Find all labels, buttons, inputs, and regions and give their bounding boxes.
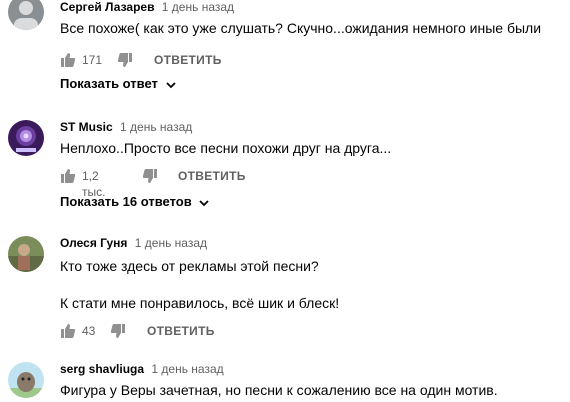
author-name[interactable]: serg shavliuga (60, 362, 144, 376)
comment-header: serg shavliuga 1 день назад (60, 362, 224, 376)
dislike-icon[interactable] (110, 323, 126, 339)
comment-text: Неплохо..Просто все песни похожи друг на… (60, 140, 392, 156)
comment-header: ST Music 1 день назад (60, 120, 192, 134)
show-replies-button[interactable]: Показать 16 ответов (60, 194, 209, 209)
comment-time[interactable]: 1 день назад (135, 236, 207, 250)
avatar-image (8, 120, 44, 156)
chevron-down-icon (199, 199, 209, 206)
dislike-icon[interactable] (142, 168, 158, 184)
comment-time[interactable]: 1 день назад (151, 362, 223, 376)
dislike-icon[interactable] (117, 52, 133, 68)
author-name[interactable]: Сергей Лазарев (60, 0, 154, 14)
show-replies-label: Показать ответ (60, 76, 158, 91)
author-name[interactable]: Олеся Гуня (60, 236, 127, 250)
like-icon[interactable] (60, 168, 76, 184)
reply-button[interactable]: ОТВЕТИТЬ (147, 323, 215, 339)
show-replies-button[interactable]: Показать ответ (60, 76, 176, 91)
comment-text: Все похоже( как это уже слушать? Скучно.… (60, 20, 542, 36)
reply-button[interactable]: ОТВЕТИТЬ (154, 52, 222, 68)
avatar[interactable] (8, 362, 44, 398)
comment-text-line: К стати мне понравилось, всё шик и блеск… (60, 295, 340, 311)
author-name[interactable]: ST Music (60, 120, 113, 134)
reply-button[interactable]: ОТВЕТИТЬ (178, 168, 246, 184)
avatar[interactable] (8, 236, 44, 272)
avatar-image (8, 362, 44, 398)
like-icon[interactable] (60, 52, 76, 68)
comment-text-line: Кто тоже здесь от рекламы этой песни? (60, 258, 319, 274)
like-icon[interactable] (60, 323, 76, 339)
like-count: 43 (82, 324, 96, 338)
comment-header: Олеся Гуня 1 день назад (60, 236, 207, 250)
like-count: 171 (82, 53, 103, 67)
comment-text: Фигура у Веры зачетная, но песни к сожал… (60, 382, 498, 398)
avatar[interactable] (8, 120, 44, 156)
avatar-image (8, 236, 44, 272)
avatar-image (8, 0, 44, 30)
comment-time[interactable]: 1 день назад (120, 120, 192, 134)
comment-time[interactable]: 1 день назад (162, 0, 234, 14)
show-replies-label: Показать 16 ответов (60, 194, 192, 209)
chevron-down-icon (165, 81, 176, 88)
avatar[interactable] (8, 0, 44, 30)
comment-header: Сергей Лазарев 1 день назад (60, 0, 234, 14)
